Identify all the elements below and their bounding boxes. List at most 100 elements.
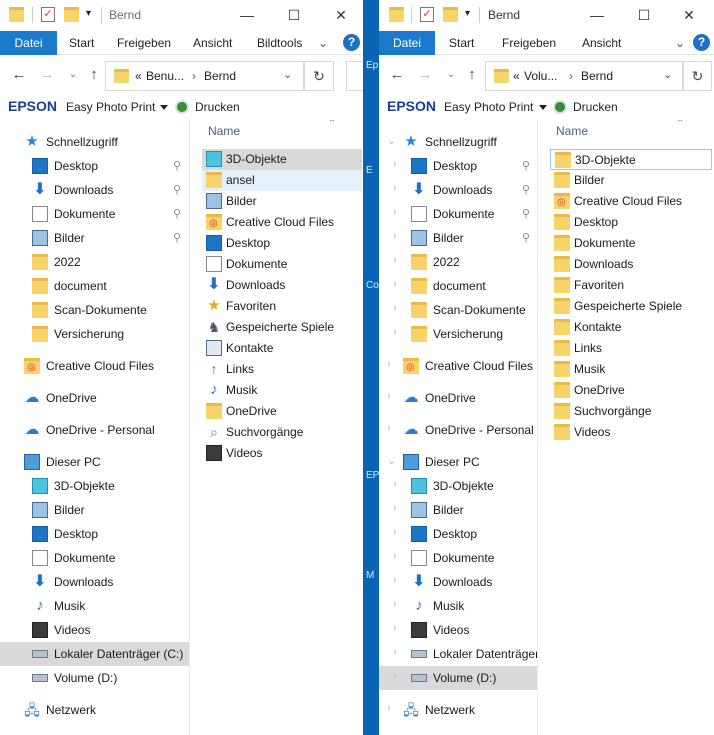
folder-icon[interactable]: [389, 7, 404, 22]
pin-icon[interactable]: ⚲: [173, 159, 181, 172]
chevron-right-icon[interactable]: ›: [393, 550, 397, 562]
nav-item[interactable]: document: [0, 274, 189, 298]
file-row[interactable]: Desktop: [550, 212, 712, 233]
nav-item[interactable]: ⬇ Downloads: [0, 570, 189, 594]
nav-item[interactable]: › Videos: [379, 618, 537, 642]
nav-item[interactable]: Dieser PC: [0, 450, 189, 474]
tab-datei[interactable]: Datei: [0, 31, 57, 55]
pin-icon[interactable]: ⚲: [173, 231, 181, 244]
pin-icon[interactable]: ⚲: [522, 183, 530, 196]
refresh-icon[interactable]: ↻: [304, 61, 334, 91]
chevron-down-icon[interactable]: ⌄: [663, 68, 677, 82]
customize-quick-access-icon[interactable]: ▾: [86, 8, 91, 24]
customize-quick-access-icon[interactable]: ▾: [465, 8, 470, 24]
breadcrumb-2[interactable]: Bernd: [204, 69, 236, 83]
file-row[interactable]: Kontakte: [202, 338, 362, 359]
tab-start[interactable]: Start: [69, 31, 94, 55]
close-button[interactable]: ✕: [330, 4, 352, 26]
help-icon[interactable]: ?: [693, 34, 710, 51]
new-folder-icon[interactable]: [443, 7, 458, 22]
file-row[interactable]: ★ Favoriten: [202, 296, 362, 317]
tab-start[interactable]: Start: [449, 31, 474, 55]
nav-item[interactable]: ☁ OneDrive - Personal: [0, 418, 189, 442]
back-icon[interactable]: ←: [10, 66, 28, 84]
chevron-right-icon[interactable]: ›: [393, 622, 397, 634]
breadcrumb-2[interactable]: Bernd: [581, 69, 613, 83]
chevron-right-icon[interactable]: ›: [393, 670, 397, 682]
chevron-down-icon[interactable]: [160, 105, 168, 110]
chevron-right-icon[interactable]: ›: [393, 598, 397, 610]
nav-item[interactable]: 🖧 Netzwerk: [0, 698, 189, 722]
recent-locations-icon[interactable]: ⌄: [64, 66, 82, 84]
nav-item[interactable]: ★ Schnellzugriff: [0, 130, 189, 154]
nav-item[interactable]: Dokumente ⚲: [0, 202, 189, 226]
nav-item[interactable]: › ♪ Musik: [379, 594, 537, 618]
search-box[interactable]: [346, 61, 363, 91]
nav-item[interactable]: › Scan-Dokumente: [379, 298, 537, 322]
column-header-name[interactable]: Name: [208, 124, 240, 138]
file-row[interactable]: Downloads: [550, 254, 712, 275]
nav-item[interactable]: Lokaler Datenträger (C:): [0, 642, 189, 666]
chevron-down-icon[interactable]: ⌄: [387, 134, 396, 147]
back-icon[interactable]: ←: [388, 66, 406, 84]
chevron-right-icon[interactable]: ›: [387, 422, 391, 434]
nav-item[interactable]: › ☁ OneDrive: [379, 386, 537, 410]
nav-item[interactable]: › ☁ OneDrive - Personal: [379, 418, 537, 442]
file-row[interactable]: ↑ Links: [202, 359, 362, 380]
file-row[interactable]: OneDrive: [550, 380, 712, 401]
nav-item[interactable]: › Volume (D:): [379, 666, 537, 690]
nav-item[interactable]: Desktop ⚲: [0, 154, 189, 178]
easy-photo-print-button[interactable]: Easy Photo Print: [66, 100, 155, 114]
tab-freigeben[interactable]: Freigeben: [117, 31, 171, 55]
column-header-name[interactable]: Name: [556, 124, 588, 138]
file-row[interactable]: Favoriten: [550, 275, 712, 296]
close-button[interactable]: ✕: [678, 4, 700, 26]
address-overflow[interactable]: «: [513, 69, 520, 83]
breadcrumb-1[interactable]: Volu...: [524, 69, 557, 83]
chevron-right-icon[interactable]: ›: [393, 574, 397, 586]
file-row[interactable]: Kontakte: [550, 317, 712, 338]
maximize-button[interactable]: ☐: [283, 4, 305, 26]
chevron-right-icon[interactable]: ›: [387, 390, 391, 402]
minimize-button[interactable]: —: [586, 4, 608, 26]
chevron-right-icon[interactable]: ›: [393, 206, 397, 218]
file-row[interactable]: Dokumente: [202, 254, 362, 275]
file-row[interactable]: Links: [550, 338, 712, 359]
chevron-right-icon[interactable]: ›: [393, 526, 397, 538]
nav-item[interactable]: › 3D-Objekte: [379, 474, 537, 498]
pin-icon[interactable]: ⚲: [173, 207, 181, 220]
nav-item[interactable]: › Versicherung: [379, 322, 537, 346]
help-icon[interactable]: ?: [343, 34, 360, 51]
nav-item[interactable]: › Creative Cloud Files: [379, 354, 537, 378]
nav-item[interactable]: Desktop: [0, 522, 189, 546]
nav-item[interactable]: Scan-Dokumente: [0, 298, 189, 322]
nav-item[interactable]: › Desktop: [379, 522, 537, 546]
file-row[interactable]: 3D-Objekte: [550, 149, 712, 170]
chevron-right-icon[interactable]: ›: [393, 478, 397, 490]
nav-item[interactable]: ♪ Musik: [0, 594, 189, 618]
forward-icon[interactable]: →: [416, 66, 434, 84]
chevron-right-icon[interactable]: ›: [393, 182, 397, 194]
nav-item[interactable]: › Desktop ⚲: [379, 154, 537, 178]
pin-icon[interactable]: ⚲: [522, 231, 530, 244]
up-icon[interactable]: ↑: [85, 66, 103, 84]
file-row[interactable]: Musik: [550, 359, 712, 380]
chevron-right-icon[interactable]: ›: [393, 158, 397, 170]
address-bar[interactable]: « Benu... › Bernd ⌄: [105, 61, 304, 91]
file-row[interactable]: Dokumente: [550, 233, 712, 254]
file-row[interactable]: Bilder: [202, 191, 362, 212]
tab-freigeben[interactable]: Freigeben: [502, 31, 556, 55]
chevron-right-icon[interactable]: ›: [393, 646, 397, 658]
nav-item[interactable]: › 2022: [379, 250, 537, 274]
file-row[interactable]: Creative Cloud Files: [550, 191, 712, 212]
file-row[interactable]: Bilder: [550, 170, 712, 191]
chevron-right-icon[interactable]: ›: [393, 326, 397, 338]
print-button[interactable]: Drucken: [573, 100, 618, 114]
file-row[interactable]: ansel: [202, 170, 362, 191]
tab-bildtools[interactable]: Bildtools: [257, 31, 302, 55]
nav-item[interactable]: › document: [379, 274, 537, 298]
chevron-right-icon[interactable]: ›: [387, 358, 391, 370]
file-row[interactable]: ⬇ Downloads: [202, 275, 362, 296]
file-row[interactable]: Gespeicherte Spiele: [550, 296, 712, 317]
folder-icon[interactable]: [9, 7, 24, 22]
